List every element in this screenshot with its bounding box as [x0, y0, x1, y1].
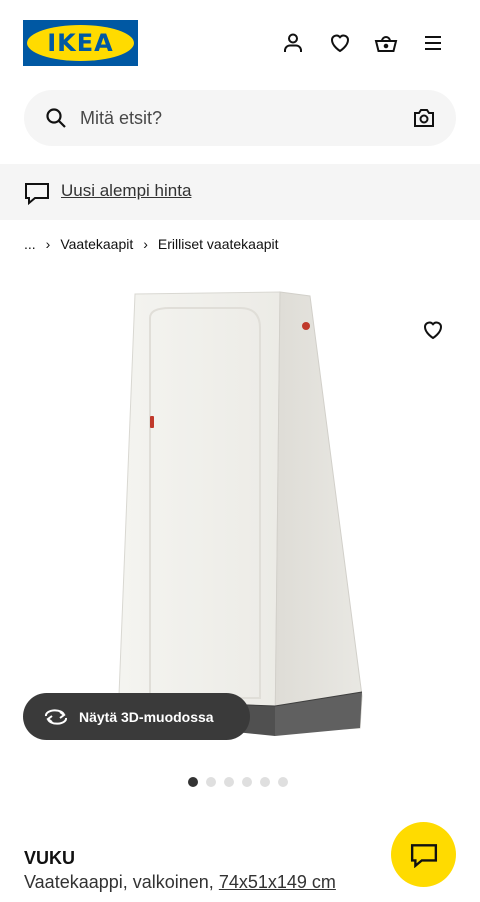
view-3d-label: Näytä 3D-muodossa [79, 708, 214, 725]
breadcrumb-item-vaatekaapit[interactable]: Vaatekaapit [60, 236, 133, 252]
view-3d-button[interactable]: Näytä 3D-muodossa [23, 693, 250, 740]
chevron-right-icon: › [143, 236, 148, 252]
chat-button[interactable] [391, 822, 456, 887]
carousel-dot-4[interactable] [242, 777, 252, 787]
carousel-dot-2[interactable] [206, 777, 216, 787]
search-icon [46, 108, 66, 128]
rotate-3d-icon [44, 708, 68, 725]
promo-banner[interactable]: Uusi alempi hinta [0, 164, 480, 220]
carousel-pagination [188, 777, 288, 787]
chevron-right-icon: › [45, 236, 51, 252]
favorite-button[interactable] [419, 316, 447, 344]
carousel-dot-3[interactable] [224, 777, 234, 787]
breadcrumb-ellipsis[interactable]: ... [24, 236, 36, 252]
chat-icon [410, 843, 437, 868]
promo-link[interactable]: Uusi alempi hinta [61, 164, 191, 218]
breadcrumb-item-erilliset[interactable]: Erilliset vaatekaapit [158, 236, 279, 252]
product-name: VUKU [24, 848, 76, 868]
heart-icon[interactable] [326, 29, 354, 57]
logo-text: IKEA [47, 29, 114, 57]
basket-icon[interactable] [372, 29, 400, 57]
carousel-dot-5[interactable] [260, 777, 270, 787]
search-input[interactable]: Mitä etsit? [80, 90, 162, 146]
product-image[interactable] [110, 288, 372, 758]
menu-icon[interactable] [419, 29, 447, 57]
header: IKEA [0, 0, 480, 84]
product-type: Vaatekaappi, valkoinen, [24, 872, 214, 892]
carousel-dot-6[interactable] [278, 777, 288, 787]
carousel-dot-1[interactable] [188, 777, 198, 787]
search-bar[interactable]: Mitä etsit? [24, 90, 456, 146]
ikea-logo[interactable]: IKEA [23, 20, 138, 66]
camera-icon[interactable] [412, 106, 436, 130]
product-description: Vaatekaappi, valkoinen, 74x51x149 cm [24, 872, 336, 893]
heart-icon [423, 321, 443, 340]
chat-bubble-icon [25, 183, 49, 205]
account-icon[interactable] [279, 29, 307, 57]
breadcrumb: ... › Vaatekaapit › Erilliset vaatekaapi… [24, 234, 279, 254]
product-size-link[interactable]: 74x51x149 cm [219, 872, 336, 892]
